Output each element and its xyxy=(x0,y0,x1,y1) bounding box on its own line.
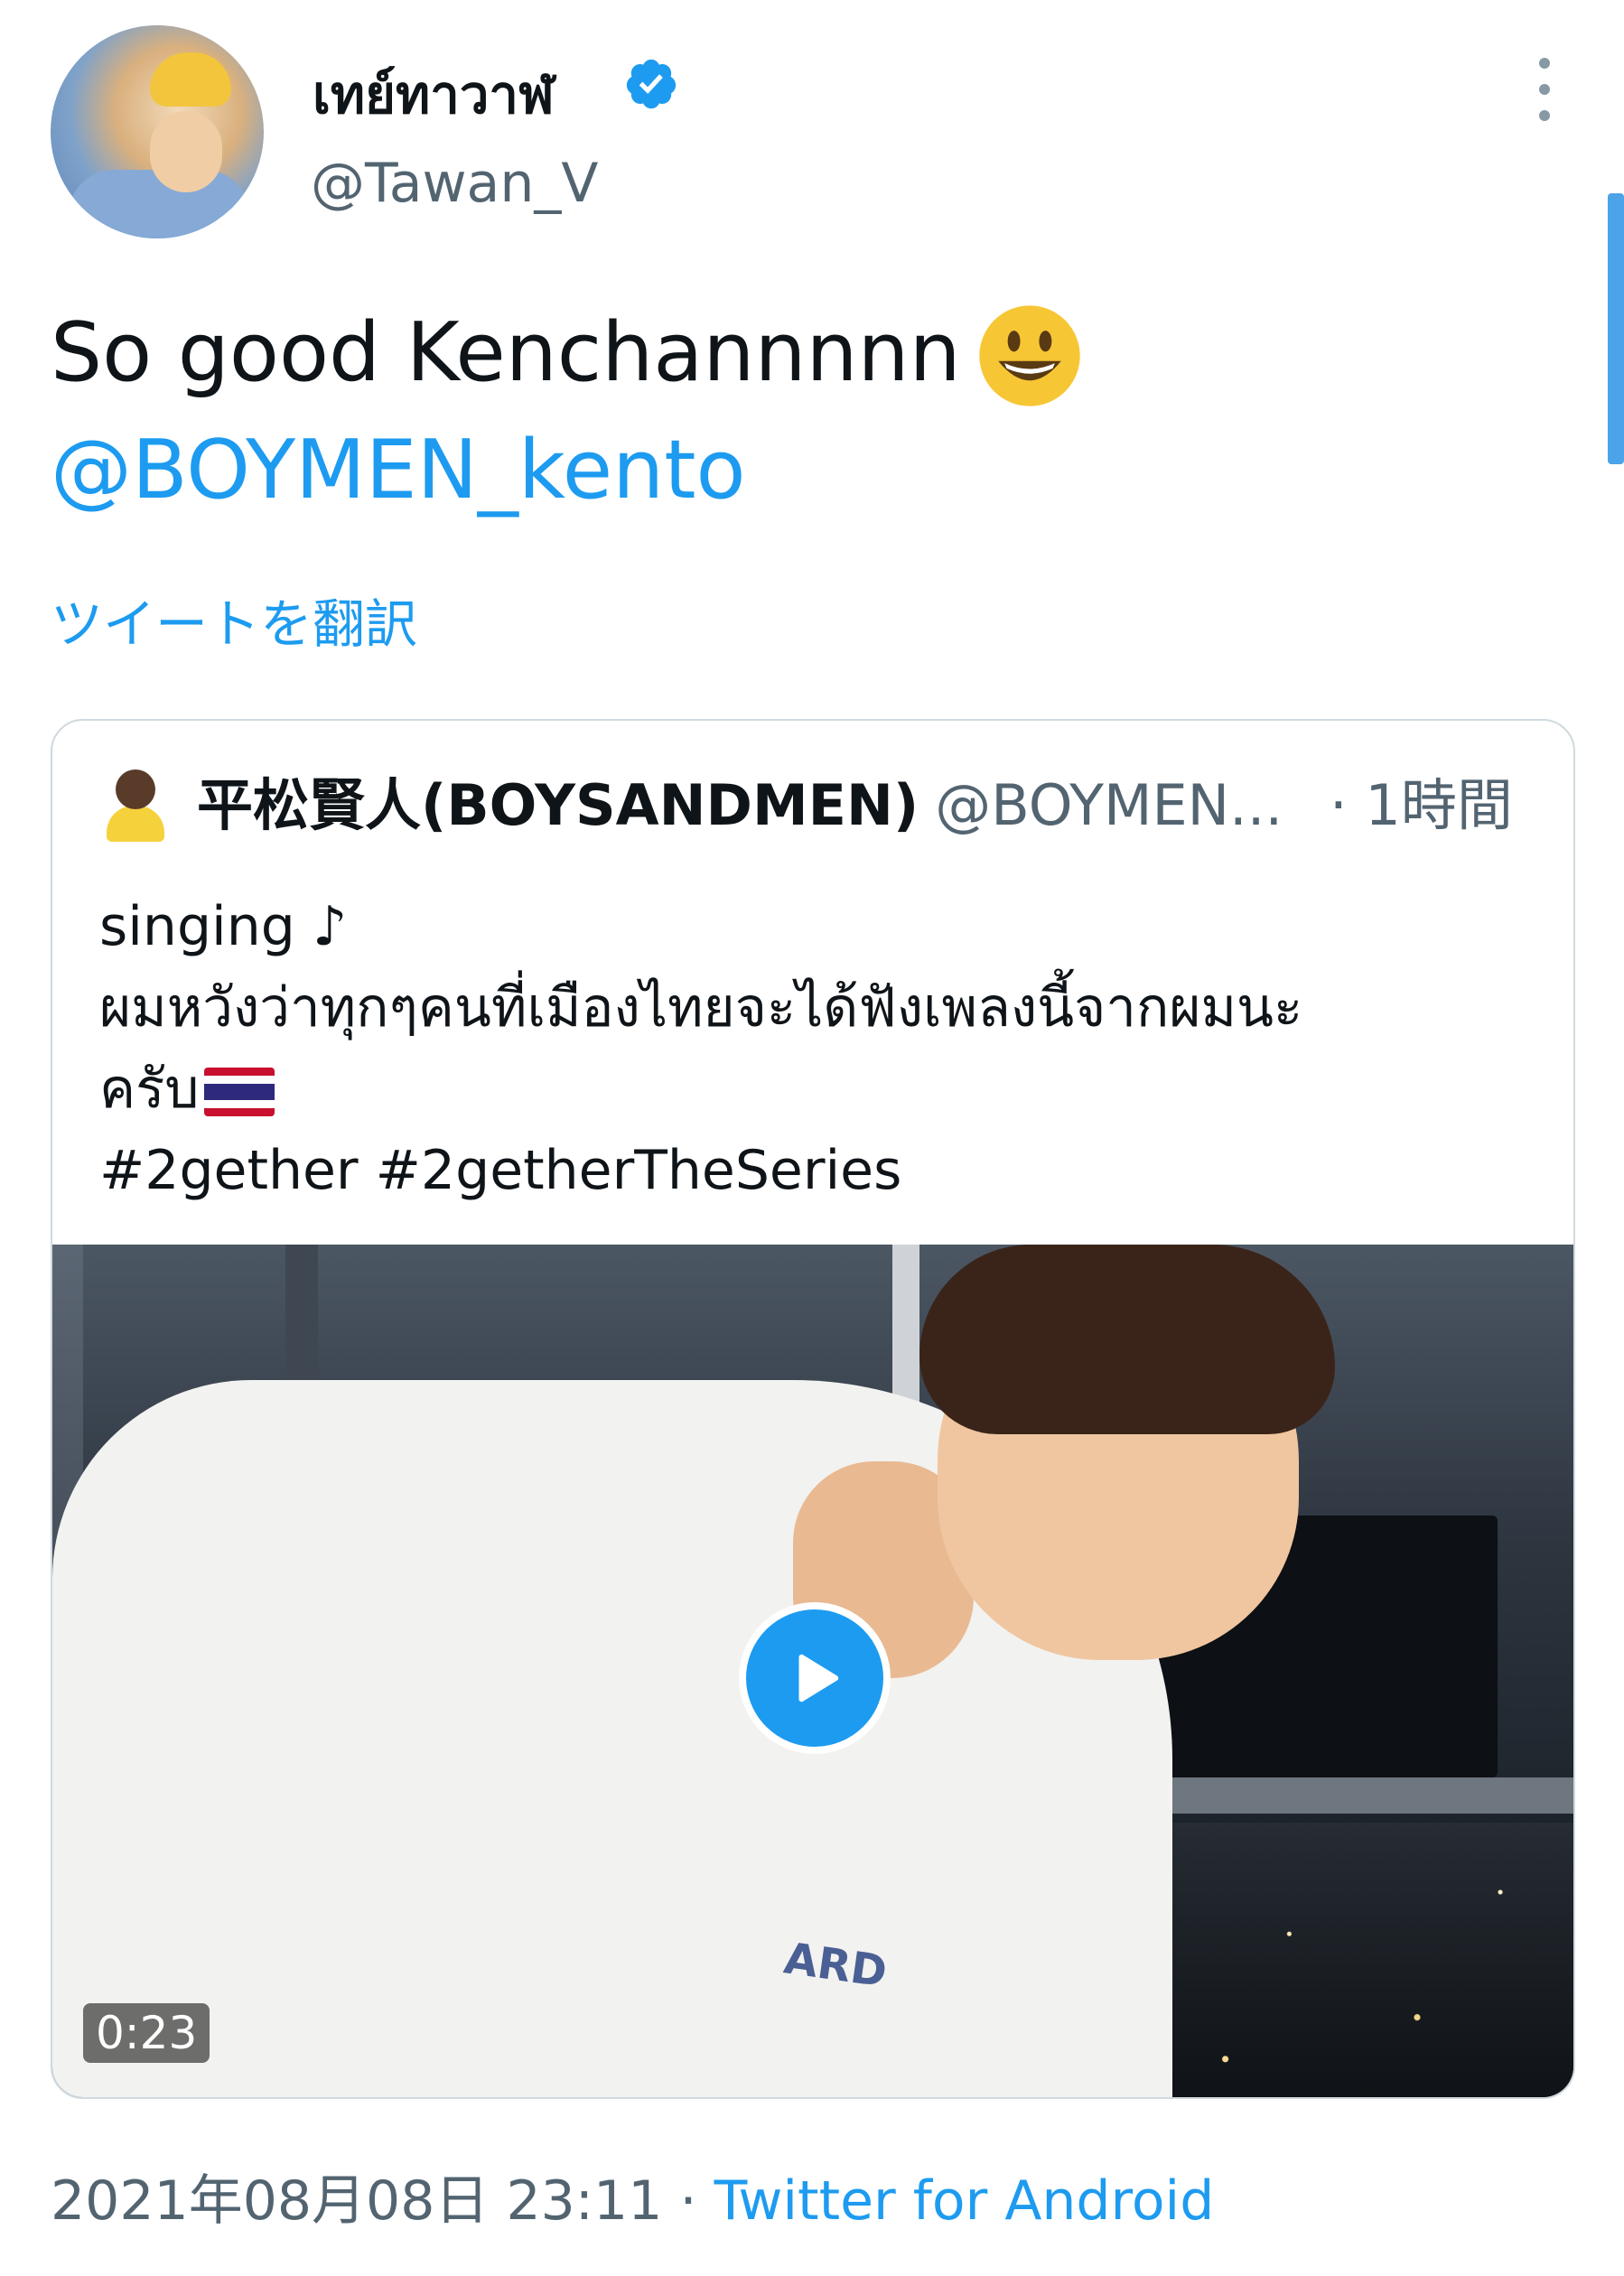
quoted-tweet-header: 平松賢人(BOYSANDMEN) @BOYMEN... xyxy=(197,771,1283,840)
quoted-tweet-line: ผมหวังว่าทุกๆคนที่เมืองไทยจะได้ฟังเพลงนี… xyxy=(99,976,1303,1040)
quoted-tweet-time: · 1時間 xyxy=(1330,772,1513,838)
video-person-hair xyxy=(919,1245,1335,1434)
quoted-tweet-line-text: ครับ xyxy=(99,1058,200,1121)
smiley-face-icon xyxy=(979,305,1080,406)
quoted-author-handle[interactable]: @BOYMEN... xyxy=(935,772,1283,838)
video-player[interactable]: ARD 0:23 xyxy=(52,1245,1573,2097)
play-button[interactable] xyxy=(739,1602,891,1754)
translate-tweet-link[interactable]: ツイートを翻訳 xyxy=(51,582,417,658)
tweet-text: So good Kenchannnnn xyxy=(51,305,961,400)
mention-link[interactable]: @BOYMEN_kento xyxy=(51,421,746,520)
meta-separator: · xyxy=(662,2169,714,2233)
verified-badge-icon xyxy=(626,59,677,109)
video-duration: 0:23 xyxy=(83,2003,210,2063)
more-options-icon[interactable] xyxy=(1526,58,1563,121)
tweet-source-link[interactable]: Twitter for Android xyxy=(714,2169,1215,2233)
author-handle[interactable]: @Tawan_V xyxy=(311,152,598,215)
tweet-timestamp[interactable]: 2021年08月08日 23:11 xyxy=(51,2169,662,2233)
quoted-tweet-card[interactable]: 平松賢人(BOYSANDMEN) @BOYMEN... · 1時間 singing… xyxy=(51,719,1575,2099)
quoted-author-avatar[interactable] xyxy=(107,770,164,842)
quoted-tweet-line: singing ♪ xyxy=(99,895,348,958)
scrollbar[interactable] xyxy=(1608,193,1624,464)
quoted-tweet-hashtags[interactable]: #2gether #2getherTheSeries xyxy=(99,1136,901,1205)
author-display-name[interactable]: เทย์ทาวาฬ xyxy=(313,52,555,136)
quoted-author-name[interactable]: 平松賢人(BOYSANDMEN) xyxy=(197,772,919,838)
play-icon xyxy=(798,1654,839,1702)
thailand-flag-icon xyxy=(204,1068,275,1117)
tweet-meta: 2021年08月08日 23:11 · Twitter for Android xyxy=(51,2157,1214,2235)
author-avatar[interactable] xyxy=(51,25,264,238)
quoted-tweet-line-with-flag: ครับ xyxy=(99,1055,275,1124)
